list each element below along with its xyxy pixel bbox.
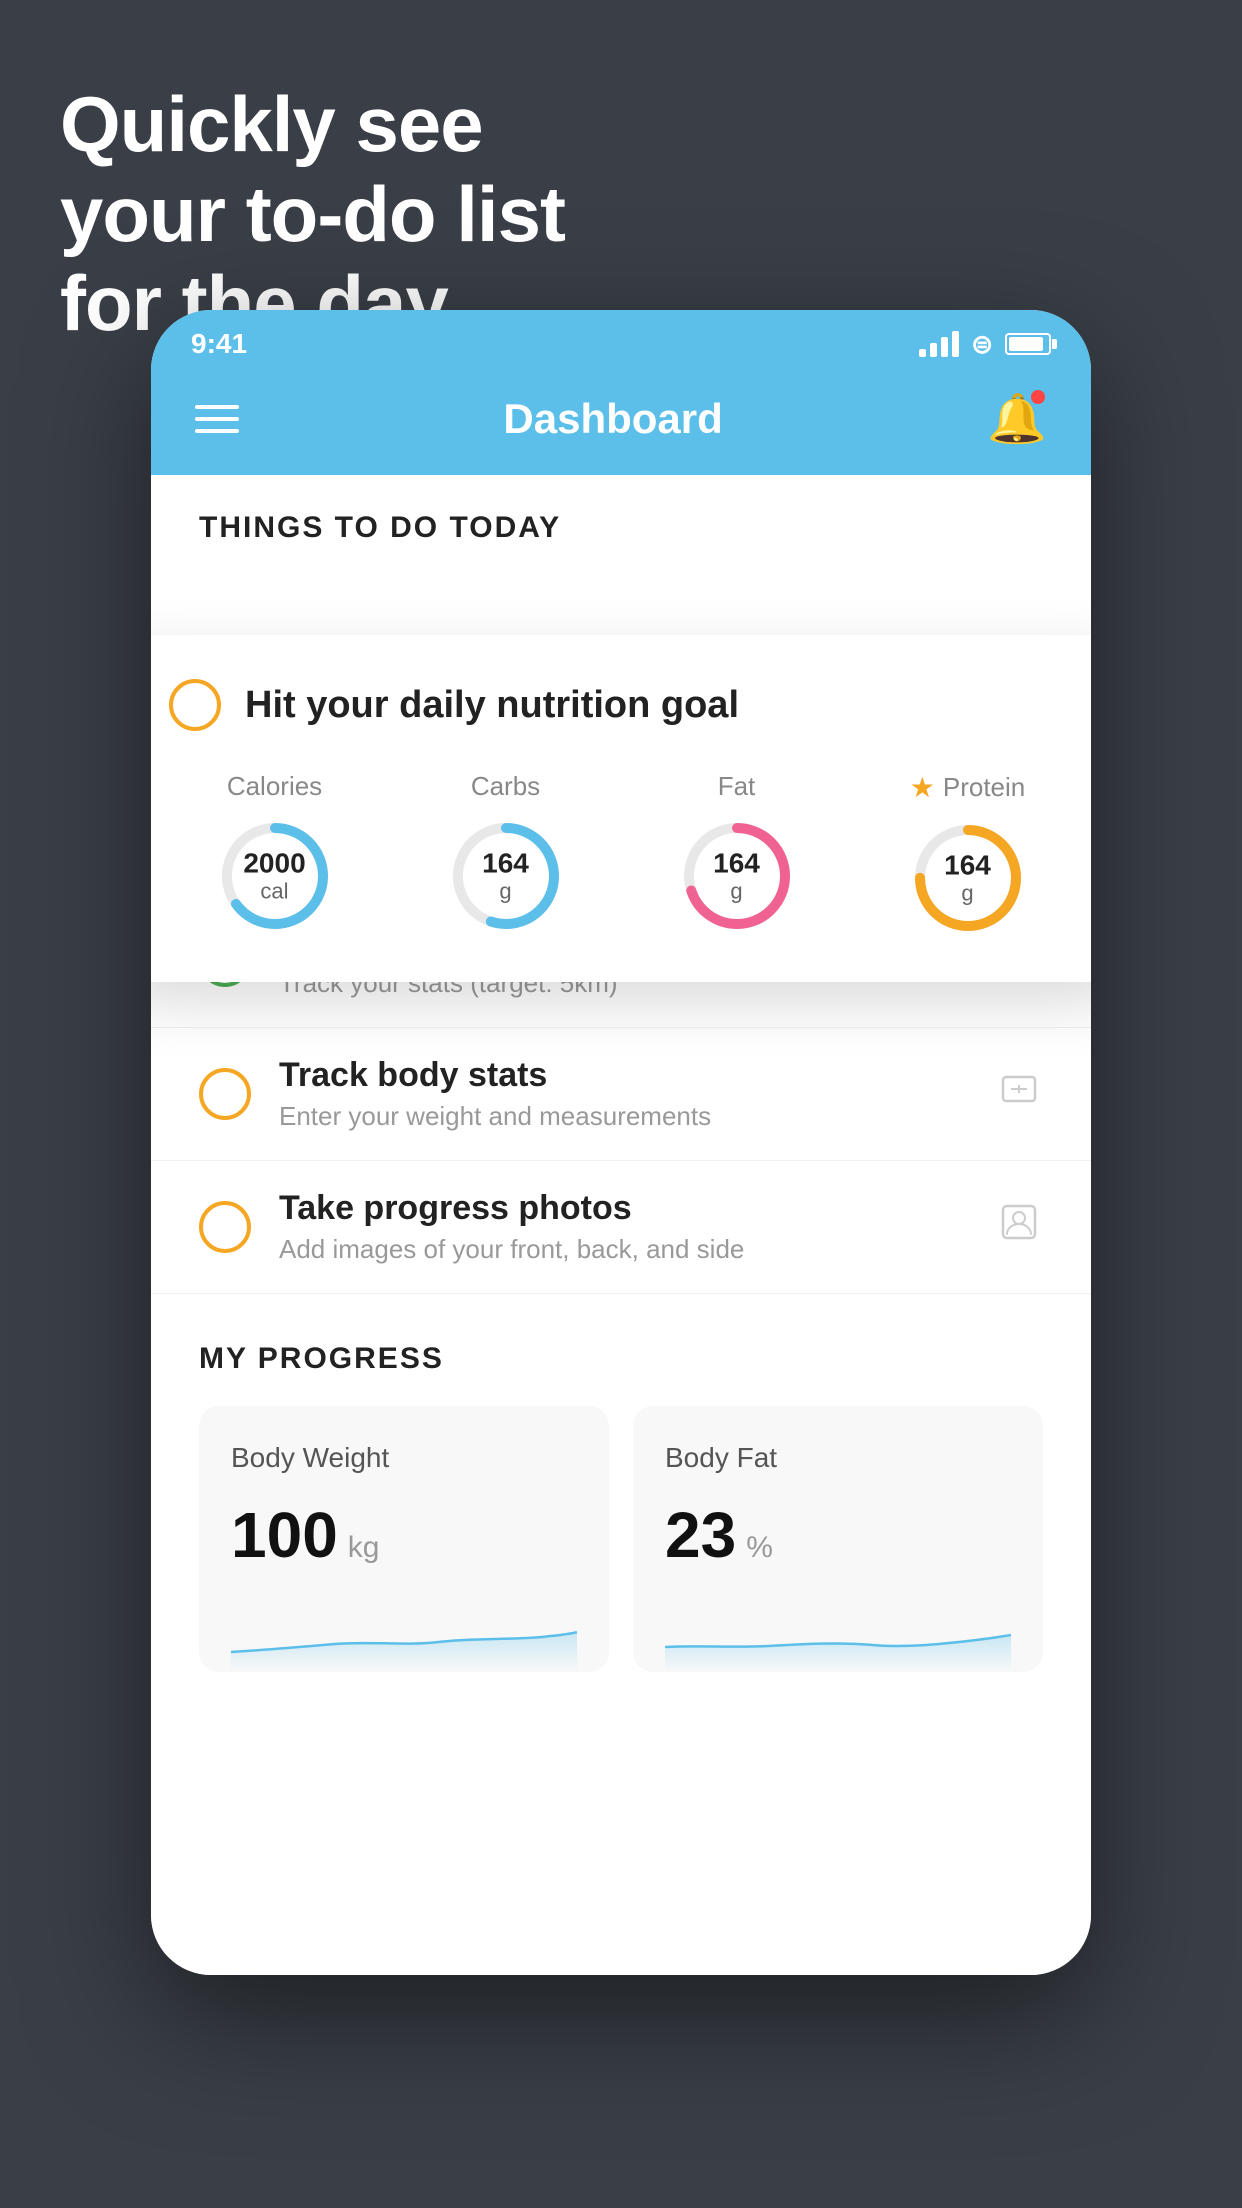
wifi-icon: ⊜ — [971, 329, 993, 360]
protein-donut: 164 g — [908, 818, 1028, 938]
things-to-do-header: THINGS TO DO TODAY — [151, 475, 1091, 565]
progress-header: MY PROGRESS — [199, 1342, 1043, 1376]
calories-donut: 2000 cal — [215, 816, 335, 936]
page-headline: Quickly see your to-do list for the day. — [60, 80, 565, 349]
card-value-weight: 100 kg — [231, 1498, 577, 1572]
protein-label: ★ Protein — [910, 771, 1026, 804]
progress-card-fat[interactable]: Body Fat 23 % — [633, 1406, 1043, 1672]
todo-circle-photos — [199, 1201, 251, 1253]
nutrition-card-header: Hit your daily nutrition goal — [169, 679, 1073, 731]
menu-icon[interactable] — [195, 405, 239, 433]
fat-chart — [665, 1602, 1011, 1672]
nutrition-metrics: Calories 2000 cal — [169, 771, 1073, 938]
metric-calories: Calories 2000 cal — [215, 771, 335, 938]
notification-dot — [1031, 390, 1045, 404]
fat-donut: 164 g — [677, 816, 797, 936]
todo-text-photos: Take progress photos Add images of your … — [279, 1189, 967, 1265]
protein-value: 164 g — [944, 851, 991, 906]
status-bar: 9:41 ⊜ — [151, 310, 1091, 370]
todo-item-body-stats[interactable]: Track body stats Enter your weight and m… — [151, 1028, 1091, 1161]
phone-mockup: 9:41 ⊜ Dashboard 🔔 THINGS TO DO TODAY — [151, 310, 1091, 1975]
battery-icon — [1005, 333, 1051, 355]
todo-circle-body-stats — [199, 1068, 251, 1120]
carbs-label: Carbs — [471, 771, 540, 802]
calories-value: 2000 cal — [243, 849, 305, 904]
card-title-fat: Body Fat — [665, 1442, 1011, 1474]
nutrition-card: Hit your daily nutrition goal Calories — [151, 635, 1091, 982]
nav-bar: Dashboard 🔔 — [151, 370, 1091, 475]
scale-icon — [995, 1065, 1043, 1124]
fat-unit: % — [746, 1531, 773, 1565]
todo-sub-body-stats: Enter your weight and measurements — [279, 1101, 967, 1132]
weight-number: 100 — [231, 1498, 338, 1572]
fat-label: Fat — [718, 771, 756, 802]
notification-bell[interactable]: 🔔 — [987, 390, 1047, 447]
card-title-weight: Body Weight — [231, 1442, 577, 1474]
todo-text-body-stats: Track body stats Enter your weight and m… — [279, 1056, 967, 1132]
nutrition-title: Hit your daily nutrition goal — [245, 684, 739, 727]
signal-icon — [919, 331, 959, 357]
person-icon — [995, 1198, 1043, 1257]
todo-title-body-stats: Track body stats — [279, 1056, 967, 1095]
metric-fat: Fat 164 g — [677, 771, 797, 938]
todo-title-photos: Take progress photos — [279, 1189, 967, 1228]
progress-cards: Body Weight 100 kg — [199, 1406, 1043, 1672]
progress-section: MY PROGRESS Body Weight 100 kg — [151, 1294, 1091, 1672]
progress-card-weight[interactable]: Body Weight 100 kg — [199, 1406, 609, 1672]
nutrition-checkbox[interactable] — [169, 679, 221, 731]
status-icons: ⊜ — [919, 329, 1051, 360]
status-time: 9:41 — [191, 328, 247, 360]
todo-item-photos[interactable]: Take progress photos Add images of your … — [151, 1161, 1091, 1294]
fat-value: 164 g — [713, 849, 760, 904]
calories-label: Calories — [227, 771, 322, 802]
weight-unit: kg — [348, 1531, 380, 1565]
carbs-donut: 164 g — [446, 816, 566, 936]
metric-protein: ★ Protein 164 g — [908, 771, 1028, 938]
star-icon: ★ — [910, 771, 935, 804]
nav-title: Dashboard — [503, 395, 722, 443]
metric-carbs: Carbs 164 g — [446, 771, 566, 938]
fat-number: 23 — [665, 1498, 736, 1572]
weight-chart — [231, 1602, 577, 1672]
todo-sub-photos: Add images of your front, back, and side — [279, 1234, 967, 1265]
phone-content: THINGS TO DO TODAY Hit your daily nutrit… — [151, 475, 1091, 1975]
card-value-fat: 23 % — [665, 1498, 1011, 1572]
carbs-value: 164 g — [482, 849, 529, 904]
